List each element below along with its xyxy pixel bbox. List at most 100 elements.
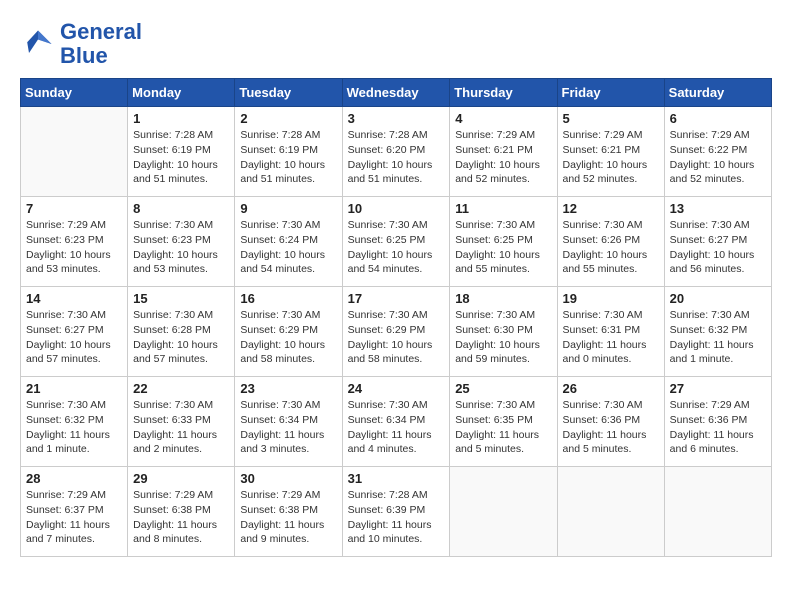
- calendar-week-row: 21 Sunrise: 7:30 AMSunset: 6:32 PMDayligh…: [21, 377, 772, 467]
- day-number: 27: [670, 381, 766, 396]
- day-number: 24: [348, 381, 445, 396]
- calendar-table: SundayMondayTuesdayWednesdayThursdayFrid…: [20, 78, 772, 557]
- day-info: Sunrise: 7:29 AMSunset: 6:23 PMDaylight:…: [26, 218, 122, 277]
- calendar-cell: 4 Sunrise: 7:29 AMSunset: 6:21 PMDaylight…: [450, 107, 557, 197]
- day-info: Sunrise: 7:30 AMSunset: 6:34 PMDaylight:…: [240, 398, 336, 457]
- calendar-cell: 21 Sunrise: 7:30 AMSunset: 6:32 PMDayligh…: [21, 377, 128, 467]
- day-number: 23: [240, 381, 336, 396]
- day-number: 13: [670, 201, 766, 216]
- day-info: Sunrise: 7:28 AMSunset: 6:20 PMDaylight:…: [348, 128, 445, 187]
- calendar-cell: 27Sunrise: 7:29 AMSunset: 6:36 PMDayligh…: [664, 377, 771, 467]
- weekday-header: Wednesday: [342, 79, 450, 107]
- day-info: Sunrise: 7:29 AMSunset: 6:38 PMDaylight:…: [240, 488, 336, 547]
- day-number: 6: [670, 111, 766, 126]
- day-number: 17: [348, 291, 445, 306]
- day-info: Sunrise: 7:30 AMSunset: 6:28 PMDaylight:…: [133, 308, 229, 367]
- calendar-cell: 29Sunrise: 7:29 AMSunset: 6:38 PMDayligh…: [128, 467, 235, 557]
- calendar-cell: 1 Sunrise: 7:28 AMSunset: 6:19 PMDaylight…: [128, 107, 235, 197]
- weekday-header: Thursday: [450, 79, 557, 107]
- day-number: 4: [455, 111, 551, 126]
- weekday-header-row: SundayMondayTuesdayWednesdayThursdayFrid…: [21, 79, 772, 107]
- calendar-cell: 2 Sunrise: 7:28 AMSunset: 6:19 PMDaylight…: [235, 107, 342, 197]
- day-info: Sunrise: 7:28 AMSunset: 6:39 PMDaylight:…: [348, 488, 445, 547]
- day-info: Sunrise: 7:29 AMSunset: 6:38 PMDaylight:…: [133, 488, 229, 547]
- day-info: Sunrise: 7:30 AMSunset: 6:35 PMDaylight:…: [455, 398, 551, 457]
- weekday-header: Tuesday: [235, 79, 342, 107]
- calendar-week-row: 14 Sunrise: 7:30 AMSunset: 6:27 PMDayligh…: [21, 287, 772, 377]
- calendar-week-row: 1 Sunrise: 7:28 AMSunset: 6:19 PMDaylight…: [21, 107, 772, 197]
- calendar-cell: [664, 467, 771, 557]
- page-header: General Blue: [20, 20, 772, 68]
- day-info: Sunrise: 7:30 AMSunset: 6:25 PMDaylight:…: [348, 218, 445, 277]
- calendar-cell: 19 Sunrise: 7:30 AMSunset: 6:31 PMDayligh…: [557, 287, 664, 377]
- day-number: 31: [348, 471, 445, 486]
- day-info: Sunrise: 7:29 AMSunset: 6:22 PMDaylight:…: [670, 128, 766, 187]
- logo: General Blue: [20, 20, 142, 68]
- calendar-cell: 20Sunrise: 7:30 AMSunset: 6:32 PMDayligh…: [664, 287, 771, 377]
- day-number: 21: [26, 381, 122, 396]
- day-info: Sunrise: 7:30 AMSunset: 6:27 PMDaylight:…: [670, 218, 766, 277]
- day-number: 1: [133, 111, 229, 126]
- day-info: Sunrise: 7:30 AMSunset: 6:36 PMDaylight:…: [563, 398, 659, 457]
- weekday-header: Monday: [128, 79, 235, 107]
- day-info: Sunrise: 7:30 AMSunset: 6:23 PMDaylight:…: [133, 218, 229, 277]
- calendar-cell: [557, 467, 664, 557]
- day-number: 11: [455, 201, 551, 216]
- day-info: Sunrise: 7:30 AMSunset: 6:34 PMDaylight:…: [348, 398, 445, 457]
- calendar-cell: 30Sunrise: 7:29 AMSunset: 6:38 PMDayligh…: [235, 467, 342, 557]
- day-number: 20: [670, 291, 766, 306]
- calendar-cell: 13 Sunrise: 7:30 AMSunset: 6:27 PMDayligh…: [664, 197, 771, 287]
- calendar-cell: 24 Sunrise: 7:30 AMSunset: 6:34 PMDayligh…: [342, 377, 450, 467]
- day-number: 22: [133, 381, 229, 396]
- day-info: Sunrise: 7:30 AMSunset: 6:27 PMDaylight:…: [26, 308, 122, 367]
- weekday-header: Saturday: [664, 79, 771, 107]
- calendar-cell: 28 Sunrise: 7:29 AMSunset: 6:37 PMDayligh…: [21, 467, 128, 557]
- day-number: 7: [26, 201, 122, 216]
- day-info: Sunrise: 7:30 AMSunset: 6:32 PMDaylight:…: [26, 398, 122, 457]
- day-number: 8: [133, 201, 229, 216]
- day-number: 14: [26, 291, 122, 306]
- logo-icon: [20, 26, 56, 62]
- day-number: 2: [240, 111, 336, 126]
- day-info: Sunrise: 7:30 AMSunset: 6:29 PMDaylight:…: [348, 308, 445, 367]
- day-number: 9: [240, 201, 336, 216]
- calendar-cell: 9 Sunrise: 7:30 AMSunset: 6:24 PMDaylight…: [235, 197, 342, 287]
- calendar-cell: 17 Sunrise: 7:30 AMSunset: 6:29 PMDayligh…: [342, 287, 450, 377]
- day-info: Sunrise: 7:28 AMSunset: 6:19 PMDaylight:…: [240, 128, 336, 187]
- day-number: 3: [348, 111, 445, 126]
- day-info: Sunrise: 7:30 AMSunset: 6:30 PMDaylight:…: [455, 308, 551, 367]
- calendar-cell: 12Sunrise: 7:30 AMSunset: 6:26 PMDayligh…: [557, 197, 664, 287]
- calendar-cell: 14 Sunrise: 7:30 AMSunset: 6:27 PMDayligh…: [21, 287, 128, 377]
- day-info: Sunrise: 7:30 AMSunset: 6:33 PMDaylight:…: [133, 398, 229, 457]
- day-info: Sunrise: 7:29 AMSunset: 6:21 PMDaylight:…: [455, 128, 551, 187]
- calendar-cell: 25 Sunrise: 7:30 AMSunset: 6:35 PMDayligh…: [450, 377, 557, 467]
- calendar-cell: 26Sunrise: 7:30 AMSunset: 6:36 PMDayligh…: [557, 377, 664, 467]
- day-info: Sunrise: 7:28 AMSunset: 6:19 PMDaylight:…: [133, 128, 229, 187]
- day-info: Sunrise: 7:29 AMSunset: 6:37 PMDaylight:…: [26, 488, 122, 547]
- day-number: 18: [455, 291, 551, 306]
- day-number: 15: [133, 291, 229, 306]
- weekday-header: Sunday: [21, 79, 128, 107]
- day-number: 10: [348, 201, 445, 216]
- day-info: Sunrise: 7:30 AMSunset: 6:29 PMDaylight:…: [240, 308, 336, 367]
- calendar-cell: 22 Sunrise: 7:30 AMSunset: 6:33 PMDayligh…: [128, 377, 235, 467]
- day-info: Sunrise: 7:30 AMSunset: 6:24 PMDaylight:…: [240, 218, 336, 277]
- day-number: 25: [455, 381, 551, 396]
- weekday-header: Friday: [557, 79, 664, 107]
- calendar-cell: 15 Sunrise: 7:30 AMSunset: 6:28 PMDayligh…: [128, 287, 235, 377]
- calendar-week-row: 7 Sunrise: 7:29 AMSunset: 6:23 PMDaylight…: [21, 197, 772, 287]
- day-number: 19: [563, 291, 659, 306]
- day-info: Sunrise: 7:30 AMSunset: 6:31 PMDaylight:…: [563, 308, 659, 367]
- day-info: Sunrise: 7:30 AMSunset: 6:25 PMDaylight:…: [455, 218, 551, 277]
- day-number: 5: [563, 111, 659, 126]
- calendar-cell: [21, 107, 128, 197]
- day-number: 12: [563, 201, 659, 216]
- calendar-cell: 10 Sunrise: 7:30 AMSunset: 6:25 PMDayligh…: [342, 197, 450, 287]
- calendar-cell: 23 Sunrise: 7:30 AMSunset: 6:34 PMDayligh…: [235, 377, 342, 467]
- day-number: 16: [240, 291, 336, 306]
- day-number: 28: [26, 471, 122, 486]
- calendar-cell: 6 Sunrise: 7:29 AMSunset: 6:22 PMDaylight…: [664, 107, 771, 197]
- calendar-cell: [450, 467, 557, 557]
- calendar-cell: 18 Sunrise: 7:30 AMSunset: 6:30 PMDayligh…: [450, 287, 557, 377]
- calendar-cell: 16 Sunrise: 7:30 AMSunset: 6:29 PMDayligh…: [235, 287, 342, 377]
